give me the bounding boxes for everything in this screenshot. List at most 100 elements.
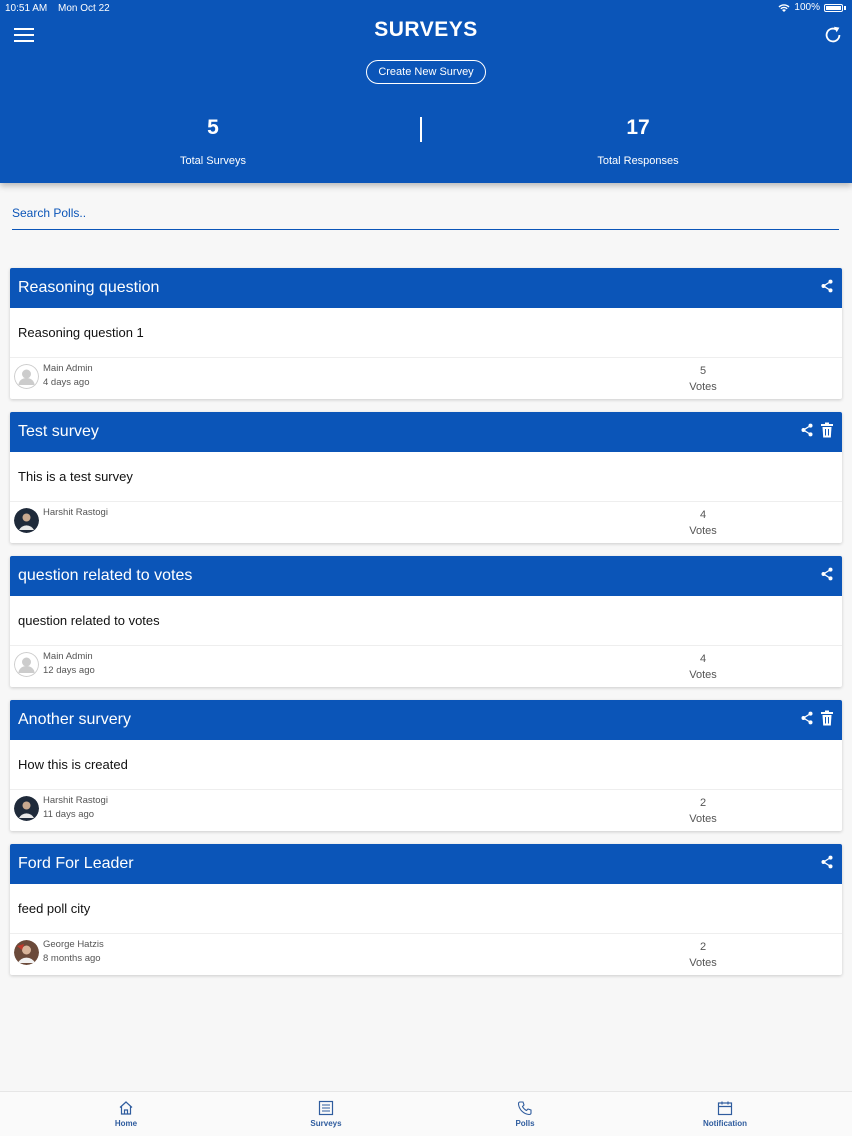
vote-count: 4 Votes	[663, 507, 743, 539]
survey-footer: Main Admin 12 days ago 4 Votes	[10, 646, 842, 687]
survey-title: Ford For Leader	[18, 855, 134, 872]
posted-ago: 8 months ago	[43, 953, 101, 964]
vote-count: 2 Votes	[663, 795, 743, 827]
total-surveys-stat: 5 Total Surveys	[63, 116, 363, 167]
survey-card-header: Test survey	[10, 412, 842, 452]
vote-count: 4 Votes	[663, 651, 743, 683]
survey-footer: Main Admin 4 days ago 5 Votes	[10, 358, 842, 399]
page-title: SURVEYS	[374, 18, 478, 41]
survey-card[interactable]: Ford For Leader feed poll city George Ha…	[10, 844, 842, 975]
tab-surveys[interactable]: Surveys	[276, 1100, 376, 1128]
survey-card[interactable]: Reasoning question Reasoning question 1 …	[10, 268, 842, 399]
survey-footer: Harshit Rastogi 11 days ago 2 Votes	[10, 790, 842, 831]
author-name: Main Admin	[43, 651, 93, 662]
tab-surveys-label: Surveys	[310, 1119, 342, 1128]
survey-title: Reasoning question	[18, 279, 160, 296]
vote-number: 5	[699, 365, 707, 377]
votes-label: Votes	[689, 525, 717, 537]
survey-actions	[820, 854, 834, 870]
share-icon[interactable]	[820, 278, 834, 294]
stats-divider	[420, 117, 422, 142]
vote-number: 4	[699, 509, 707, 521]
tab-polls[interactable]: Polls	[475, 1100, 575, 1128]
refresh-icon[interactable]	[822, 24, 844, 46]
avatar-photo	[14, 940, 39, 965]
avatar-default-icon	[14, 652, 39, 677]
vote-count: 2 Votes	[663, 939, 743, 971]
posted-ago: 4 days ago	[43, 377, 90, 388]
battery-icon	[824, 3, 843, 12]
total-surveys-label: Total Surveys	[179, 155, 247, 167]
calendar-icon	[717, 1101, 733, 1116]
survey-card-header: question related to votes	[10, 556, 842, 596]
bottom-tab-bar: Home Surveys Polls Notification	[0, 1091, 852, 1136]
author-name: Main Admin	[43, 363, 93, 374]
votes-label: Votes	[689, 813, 717, 825]
survey-question: Reasoning question 1	[10, 308, 842, 358]
tab-home[interactable]: Home	[76, 1100, 176, 1128]
author-name: George Hatzis	[43, 939, 104, 950]
status-bar: 10:51 AM Mon Oct 22 100%	[0, 0, 852, 16]
trash-icon[interactable]	[820, 422, 834, 438]
vote-number: 4	[699, 653, 707, 665]
posted-ago: 11 days ago	[43, 809, 95, 820]
survey-actions	[800, 422, 834, 438]
posted-ago: 12 days ago	[43, 665, 95, 676]
survey-actions	[820, 278, 834, 294]
survey-question: How this is created	[10, 740, 842, 790]
votes-label: Votes	[689, 381, 717, 393]
wifi-icon	[778, 3, 790, 12]
tab-polls-label: Polls	[515, 1119, 535, 1128]
survey-question: feed poll city	[10, 884, 842, 934]
status-indicators: 100%	[778, 2, 846, 13]
total-responses-value: 17	[626, 116, 650, 139]
total-responses-stat: 17 Total Responses	[488, 116, 788, 167]
survey-card[interactable]: question related to votes question relat…	[10, 556, 842, 687]
survey-footer: George Hatzis 8 months ago 2 Votes	[10, 934, 842, 975]
battery-cap	[844, 5, 846, 10]
tab-notification[interactable]: Notification	[675, 1100, 775, 1128]
survey-card[interactable]: Another survery How this is created Hars…	[10, 700, 842, 831]
home-icon	[119, 1101, 133, 1115]
search-bar	[12, 202, 839, 230]
create-new-survey-button[interactable]: Create New Survey	[366, 60, 486, 84]
tab-notification-label: Notification	[703, 1119, 747, 1128]
share-icon[interactable]	[800, 710, 814, 726]
total-surveys-value: 5	[207, 116, 219, 139]
search-input[interactable]	[12, 202, 839, 224]
share-icon[interactable]	[820, 566, 834, 582]
survey-card-header: Ford For Leader	[10, 844, 842, 884]
survey-card[interactable]: Test survey This is a test survey Harshi…	[10, 412, 842, 543]
survey-title: Another survery	[18, 711, 131, 728]
list-icon	[318, 1100, 334, 1116]
survey-question: question related to votes	[10, 596, 842, 646]
votes-label: Votes	[689, 957, 717, 969]
vote-number: 2	[699, 941, 707, 953]
share-icon[interactable]	[820, 854, 834, 870]
survey-actions	[820, 566, 834, 582]
survey-question: This is a test survey	[10, 452, 842, 502]
survey-title: Test survey	[18, 423, 99, 440]
survey-footer: Harshit Rastogi 4 Votes	[10, 502, 842, 543]
battery-percent: 100%	[794, 2, 820, 13]
survey-card-header: Reasoning question	[10, 268, 842, 308]
share-icon[interactable]	[800, 422, 814, 438]
author-name: Harshit Rastogi	[43, 507, 108, 518]
status-date: Mon Oct 22	[58, 3, 110, 14]
survey-actions	[800, 710, 834, 726]
vote-count: 5 Votes	[663, 363, 743, 395]
vote-number: 2	[699, 797, 707, 809]
author-name: Harshit Rastogi	[43, 795, 108, 806]
app-header: 10:51 AM Mon Oct 22 100% SURVEYS Create …	[0, 0, 852, 183]
tab-home-label: Home	[114, 1119, 138, 1128]
trash-icon[interactable]	[820, 710, 834, 726]
survey-title: question related to votes	[18, 567, 193, 584]
total-responses-label: Total Responses	[597, 155, 679, 167]
survey-card-header: Another survery	[10, 700, 842, 740]
avatar-photo	[14, 796, 39, 821]
avatar-photo	[14, 508, 39, 533]
status-time: 10:51 AM	[5, 3, 48, 14]
avatar-default-icon	[14, 364, 39, 389]
votes-label: Votes	[689, 669, 717, 681]
phone-icon	[517, 1101, 532, 1116]
